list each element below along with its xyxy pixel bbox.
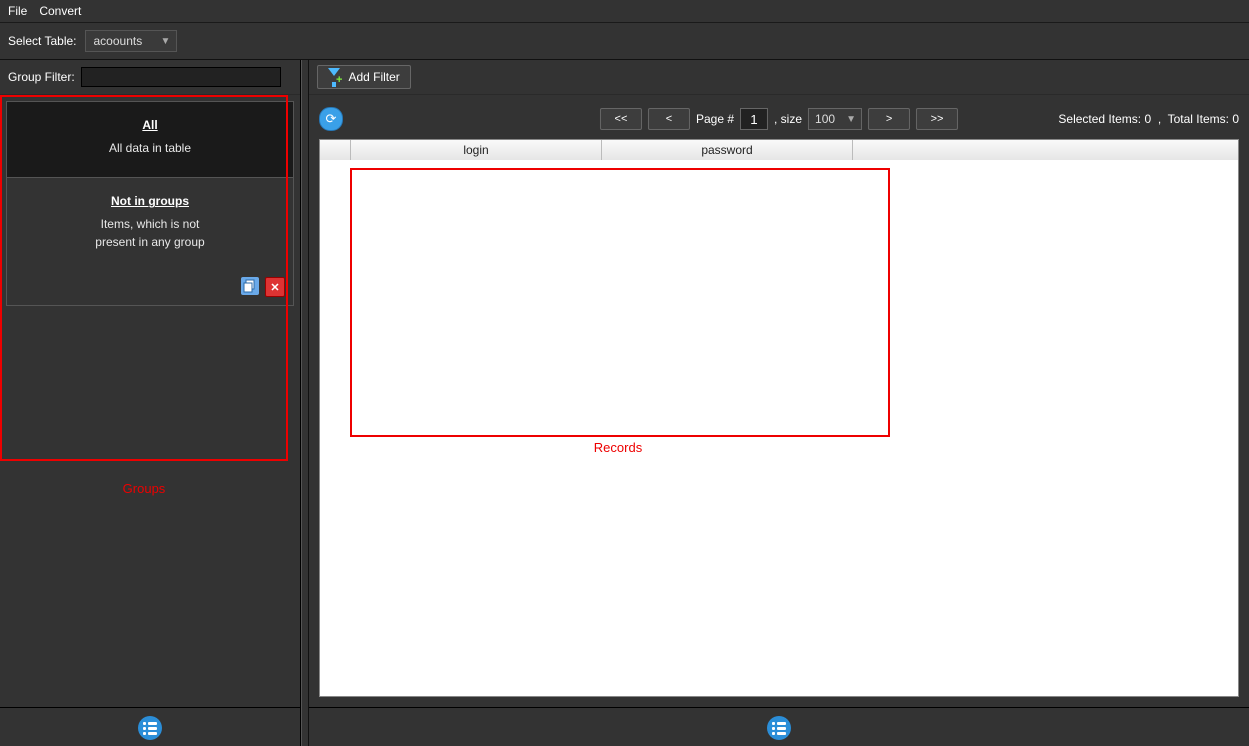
left-bottom-strip (0, 707, 300, 746)
delete-icon[interactable]: ✕ (265, 277, 285, 297)
col-password[interactable]: password (602, 140, 853, 160)
right-bottom-strip (309, 707, 1249, 746)
right-pane: + Add Filter ⟳ << < Page # , size 100 ▼ (309, 60, 1249, 746)
group-all-title: All (15, 118, 285, 132)
filter-bar: + Add Filter (309, 60, 1249, 95)
copy-icon[interactable] (241, 277, 259, 295)
group-all[interactable]: All All data in table (6, 101, 294, 178)
menubar: File Convert (0, 0, 1249, 23)
prev-page-button[interactable]: < (648, 108, 690, 130)
table-header: login password (320, 140, 1238, 161)
page-label: Page # (696, 112, 734, 126)
col-login[interactable]: login (351, 140, 602, 160)
page-size-value: 100 (815, 112, 843, 126)
list-icon[interactable] (138, 716, 162, 740)
group-filter-input[interactable] (81, 67, 281, 87)
group-not-in-groups[interactable]: Not in groups Items, which is not presen… (6, 178, 294, 306)
vertical-splitter[interactable] (301, 60, 309, 746)
refresh-button[interactable]: ⟳ (319, 107, 343, 131)
first-page-button[interactable]: << (600, 108, 642, 130)
group-filter-bar: Group Filter: (0, 60, 300, 95)
chevron-down-icon: ▼ (158, 36, 174, 47)
records-table: login password Records (319, 139, 1239, 697)
list-icon[interactable] (767, 716, 791, 740)
size-label: , size (774, 112, 802, 126)
last-page-button[interactable]: >> (916, 108, 958, 130)
select-table-label: Select Table: (8, 34, 77, 48)
add-filter-label: Add Filter (348, 70, 399, 84)
groups-area: All All data in table Not in groups Item… (0, 95, 300, 707)
menu-file[interactable]: File (8, 4, 27, 18)
records-area: ⟳ << < Page # , size 100 ▼ > >> Selected… (309, 95, 1249, 707)
page-size-select[interactable]: 100 ▼ (808, 108, 862, 130)
left-pane: Group Filter: All All data in table Not … (0, 60, 301, 746)
status-text: Selected Items: 0 , Total Items: 0 (1058, 112, 1239, 126)
select-table-value: acoounts (94, 34, 158, 48)
group-all-desc: All data in table (15, 140, 285, 157)
group-nig-title: Not in groups (15, 194, 285, 208)
filter-icon (328, 68, 340, 76)
top-toolbar: Select Table: acoounts ▼ (0, 23, 1249, 60)
group-filter-label: Group Filter: (8, 70, 75, 84)
group-nig-desc: Items, which is not present in any group (15, 216, 285, 251)
next-page-button[interactable]: > (868, 108, 910, 130)
annotation-groups-label: Groups (0, 481, 288, 496)
menu-convert[interactable]: Convert (39, 4, 81, 18)
records-toolbar: ⟳ << < Page # , size 100 ▼ > >> Selected… (319, 105, 1239, 133)
add-filter-button[interactable]: + Add Filter (317, 65, 411, 89)
col-selector[interactable] (320, 140, 351, 160)
page-number-input[interactable] (740, 108, 768, 130)
table-body (320, 160, 1238, 696)
chevron-down-icon: ▼ (843, 114, 859, 125)
select-table-dropdown[interactable]: acoounts ▼ (85, 30, 177, 52)
